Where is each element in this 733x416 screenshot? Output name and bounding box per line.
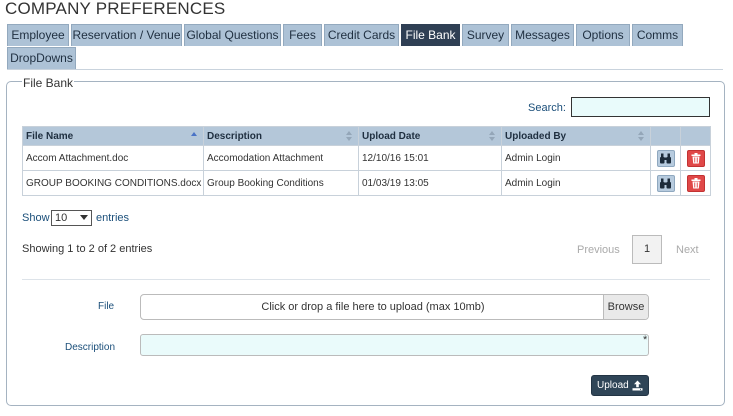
cell-upload-date: 01/03/19 13:05 xyxy=(358,170,502,196)
file-drop-zone[interactable]: Click or drop a file here to upload (max… xyxy=(140,294,649,320)
section-divider xyxy=(22,279,710,280)
sort-icon xyxy=(346,131,353,142)
tab-bar-divider xyxy=(7,69,723,70)
cell-file-name: Accom Attachment.doc xyxy=(22,145,204,171)
cell-view xyxy=(650,145,681,171)
column-header-file-name[interactable]: File Name xyxy=(22,126,204,146)
panel-legend: File Bank xyxy=(22,76,75,90)
column-header-label: File Name xyxy=(26,130,74,142)
column-header-label: Uploaded By xyxy=(505,130,567,142)
cell-file-name: GROUP BOOKING CONDITIONS.docx xyxy=(22,170,204,196)
trash-icon xyxy=(691,152,700,163)
tab-dropdowns[interactable]: DropDowns xyxy=(7,47,76,69)
cell-view xyxy=(650,170,681,196)
delete-file-button[interactable] xyxy=(686,174,705,192)
cell-delete xyxy=(680,145,711,171)
column-header-uploaded-by[interactable]: Uploaded By xyxy=(501,126,651,146)
tab-employee[interactable]: Employee xyxy=(7,24,69,46)
tab-credit-cards[interactable]: Credit Cards xyxy=(324,24,399,46)
tab-survey[interactable]: Survey xyxy=(462,24,509,46)
entries-per-page-select[interactable]: 10 xyxy=(51,210,92,226)
column-header-label: Description xyxy=(207,130,263,142)
column-header-upload-date[interactable]: Upload Date xyxy=(358,126,502,146)
tab-fees[interactable]: Fees xyxy=(283,24,322,46)
tab-messages[interactable]: Messages xyxy=(511,24,574,46)
page-1-button[interactable]: 1 xyxy=(632,235,662,264)
cell-description: Group Booking Conditions xyxy=(203,170,359,196)
column-header-view xyxy=(650,126,681,146)
column-header-delete xyxy=(680,126,711,146)
upload-icon xyxy=(632,380,643,391)
upload-button[interactable]: Upload xyxy=(591,375,649,396)
cell-uploaded-by: Admin Login xyxy=(501,145,651,171)
search-label: Search: xyxy=(528,102,566,114)
chevron-down-icon xyxy=(80,215,88,220)
previous-page-button[interactable]: Previous xyxy=(577,244,620,256)
required-marker: * xyxy=(643,334,648,346)
binoculars-icon xyxy=(660,153,671,163)
next-page-button[interactable]: Next xyxy=(676,244,699,256)
cell-description: Accomodation Attachment xyxy=(203,145,359,171)
tab-global-questions[interactable]: Global Questions xyxy=(184,24,281,46)
cell-delete xyxy=(680,170,711,196)
tab-options[interactable]: Options xyxy=(576,24,630,46)
drop-zone-text: Click or drop a file here to upload (max… xyxy=(261,301,485,313)
entries-per-page-value: 10 xyxy=(55,212,68,224)
file-label: File xyxy=(98,301,115,312)
search-input[interactable] xyxy=(571,97,710,117)
browse-button[interactable]: Browse xyxy=(603,295,648,319)
show-label: Show xyxy=(22,212,50,224)
column-header-label: Upload Date xyxy=(362,130,421,142)
description-label: Description xyxy=(65,342,116,353)
file-table: File Name Description Upload Date Upload… xyxy=(22,126,711,196)
entries-label: entries xyxy=(96,212,130,224)
page-title: COMPANY PREFERENCES xyxy=(5,0,226,18)
description-input[interactable] xyxy=(140,334,649,356)
sort-ascending-icon xyxy=(191,131,198,142)
view-file-button[interactable] xyxy=(656,174,675,192)
trash-icon xyxy=(691,177,700,188)
tab-file-bank[interactable]: File Bank xyxy=(401,24,460,46)
tab-reservation-venue[interactable]: Reservation / Venue xyxy=(71,24,182,46)
sort-icon xyxy=(489,131,496,142)
table-info: Showing 1 to 2 of 2 entries xyxy=(22,243,153,255)
table-header-row: File Name Description Upload Date Upload… xyxy=(22,126,711,146)
cell-uploaded-by: Admin Login xyxy=(501,170,651,196)
delete-file-button[interactable] xyxy=(686,149,705,167)
upload-button-label: Upload xyxy=(597,380,629,391)
cell-upload-date: 12/10/16 15:01 xyxy=(358,145,502,171)
file-bank-panel: File Bank Search: File Name Description … xyxy=(6,76,725,406)
table-row: Accom Attachment.doc Accomodation Attach… xyxy=(22,145,711,171)
tab-comms[interactable]: Comms xyxy=(632,24,683,46)
view-file-button[interactable] xyxy=(656,149,675,167)
column-header-description[interactable]: Description xyxy=(203,126,359,146)
sort-icon xyxy=(638,131,645,142)
binoculars-icon xyxy=(660,178,671,188)
table-row: GROUP BOOKING CONDITIONS.docx Group Book… xyxy=(22,170,711,196)
